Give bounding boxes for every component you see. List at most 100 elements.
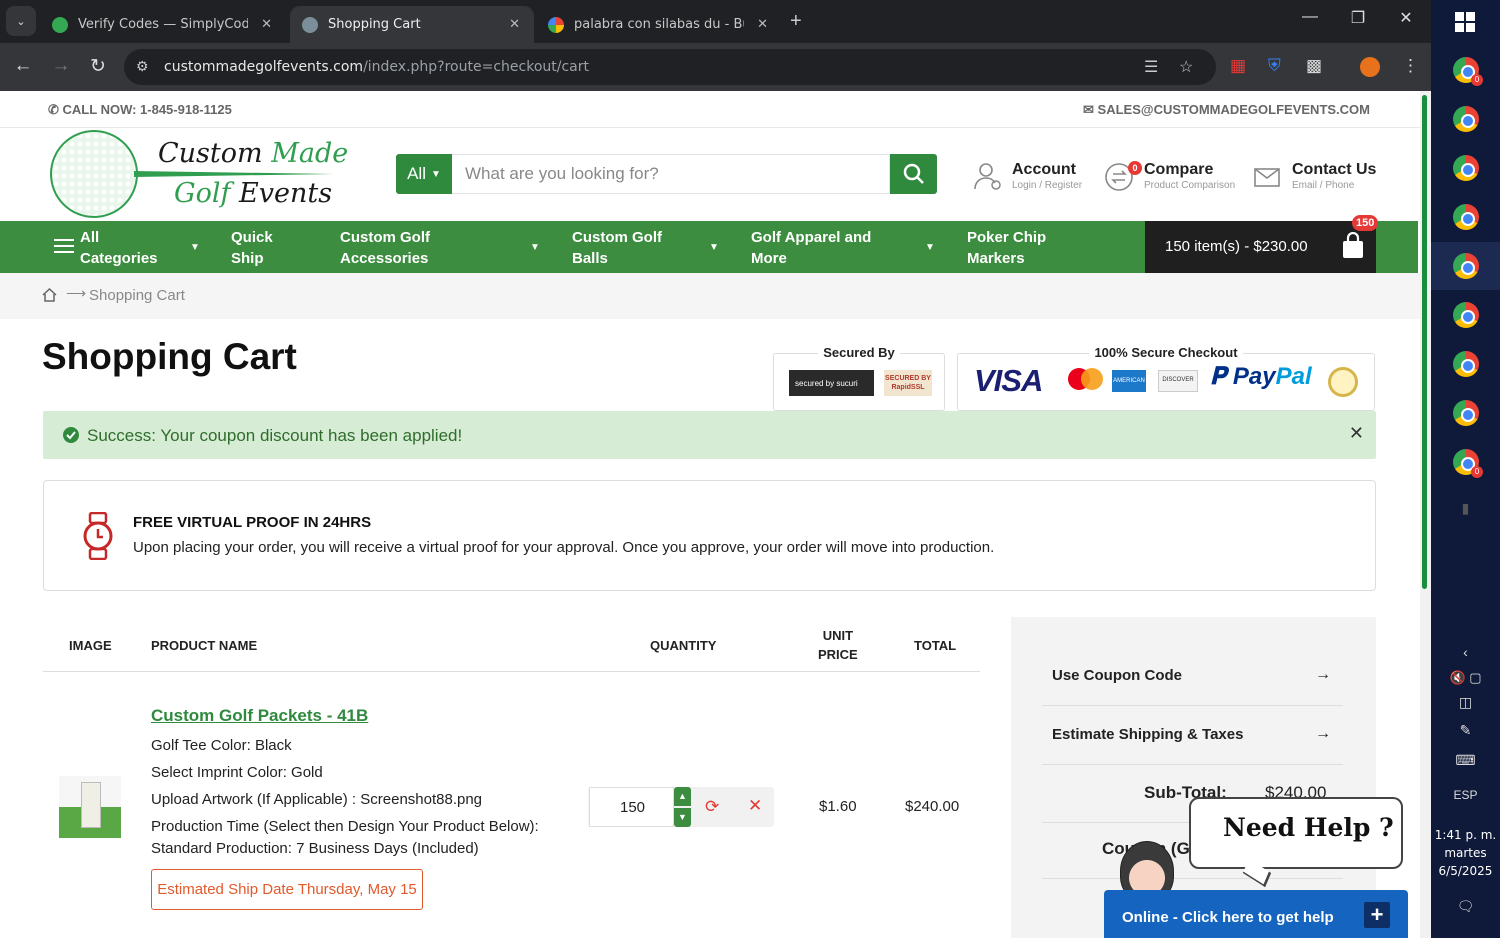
header-quantity: QUANTITY: [650, 638, 717, 653]
chrome-taskbar-icon[interactable]: [1453, 204, 1479, 230]
chrome-taskbar-icon[interactable]: 0: [1453, 449, 1483, 478]
browser-tab-bar: ⌄ Verify Codes — SimplyCodes ✕ Shopping …: [0, 0, 1431, 43]
simplycodes-favicon-icon: [52, 16, 68, 33]
site-logo[interactable]: Custom Made Golf Events: [50, 130, 348, 222]
pen-icon[interactable]: ✎: [1431, 722, 1500, 739]
tab-search-button[interactable]: ⌄: [6, 6, 36, 36]
tab-shopping-cart[interactable]: Shopping Cart ✕: [290, 6, 534, 43]
contact-link[interactable]: Contact Us Email / Phone: [1252, 159, 1382, 195]
close-tab-icon[interactable]: ✕: [509, 17, 520, 32]
nav-label-line2: Balls: [572, 250, 608, 267]
chrome-taskbar-icon[interactable]: [1453, 351, 1479, 377]
site-settings-icon[interactable]: ⚙: [136, 58, 149, 75]
logo-text-line1: Custom Made: [158, 138, 348, 169]
restore-icon[interactable]: ❐: [1338, 8, 1378, 28]
update-quantity-icon[interactable]: ⟳: [705, 797, 719, 817]
chrome-taskbar-icon[interactable]: [1453, 253, 1479, 279]
nav-label-line2: More: [751, 250, 787, 267]
rapidssl-badge: SECURED BY RapidSSL: [884, 370, 932, 396]
need-help-bubble[interactable]: Need Help ?: [1189, 797, 1403, 869]
quantity-input[interactable]: [589, 787, 674, 827]
notifications-icon[interactable]: 🗨: [1431, 898, 1500, 915]
quantity-increase-icon[interactable]: ▲: [674, 787, 691, 806]
new-tab-button[interactable]: +: [790, 10, 802, 33]
close-tab-icon[interactable]: ✕: [261, 17, 272, 32]
account-link[interactable]: Account Login / Register: [972, 159, 1092, 195]
page-scrollbar[interactable]: [1420, 91, 1431, 938]
omnibox[interactable]: ⚙ custommadegolfevents.com/index.php?rou…: [124, 49, 1216, 85]
audio-extension-icon[interactable]: ▦: [1230, 56, 1246, 76]
breadcrumb-current[interactable]: Shopping Cart: [89, 287, 185, 304]
minimize-icon[interactable]: —: [1290, 8, 1330, 26]
header-unit-line1: UNIT: [822, 628, 854, 643]
header-cart-button[interactable]: 150 item(s) - $230.00 150: [1145, 215, 1379, 273]
cart-summary-text: 150 item(s) - $230.00: [1165, 238, 1308, 255]
chrome-taskbar-icon[interactable]: [1453, 106, 1479, 132]
extensions-puzzle-icon[interactable]: ▩: [1306, 56, 1322, 76]
close-alert-icon[interactable]: ✕: [1349, 423, 1364, 444]
quantity-control: ▲ ▼ ⟳ ✕: [588, 787, 774, 827]
phone-link[interactable]: ✆ CALL NOW: 1-845-918-1125: [48, 102, 232, 118]
nav-all-categories[interactable]: All Categories ▼: [80, 227, 200, 269]
discover-logo: DISCOVER: [1158, 370, 1198, 392]
search-category-dropdown[interactable]: All ▼: [396, 154, 452, 194]
scrollbar-thumb[interactable]: [1422, 95, 1427, 589]
bookmark-star-icon[interactable]: ☆: [1179, 57, 1193, 77]
chrome-taskbar-icon[interactable]: 0: [1453, 57, 1483, 86]
nav-custom-golf-balls[interactable]: Custom Golf Balls ▼: [572, 227, 720, 269]
reload-icon[interactable]: ↻: [85, 55, 111, 78]
home-icon[interactable]: [42, 288, 57, 302]
remove-item-icon[interactable]: ✕: [748, 796, 762, 816]
device-icon[interactable]: ◫: [1431, 694, 1500, 711]
url-text[interactable]: custommadegolfevents.com/index.php?route…: [164, 59, 589, 75]
live-chat-bar[interactable]: Online - Click here to get help +: [1104, 890, 1408, 938]
golf-ball-logo-icon: [50, 130, 138, 218]
estimated-ship-date: Estimated Ship Date Thursday, May 15: [151, 869, 423, 910]
product-image[interactable]: [59, 776, 121, 838]
profile-avatar-icon[interactable]: [1360, 57, 1380, 77]
more-menu-icon[interactable]: ⋮: [1402, 56, 1419, 76]
app-placeholder-icon[interactable]: ▮: [1431, 500, 1500, 517]
expand-chat-icon[interactable]: +: [1364, 902, 1390, 928]
app-badge: 0: [1471, 74, 1483, 86]
search-icon: [903, 163, 924, 184]
coupon-accordion[interactable]: Use Coupon Code →: [1042, 648, 1343, 706]
close-window-icon[interactable]: ✕: [1386, 8, 1426, 28]
nav-label-line1: Poker Chip: [967, 229, 1047, 246]
close-tab-icon[interactable]: ✕: [757, 17, 768, 32]
quantity-decrease-icon[interactable]: ▼: [674, 808, 691, 827]
shield-extension-icon[interactable]: ⛨: [1268, 56, 1281, 76]
line-total: $240.00: [905, 798, 960, 815]
email-link[interactable]: ✉ SALES@CUSTOMMADEGOLFEVENTS.COM: [1083, 102, 1370, 118]
caret-down-icon: ▼: [431, 168, 441, 180]
nav-quick-ship[interactable]: Quick Ship: [231, 227, 273, 269]
compare-link[interactable]: 0 Compare Product Comparison: [1104, 159, 1244, 195]
chevron-left-icon[interactable]: ‹: [1431, 644, 1500, 660]
keyboard-icon[interactable]: ⌨: [1431, 752, 1500, 769]
nav-golf-apparel[interactable]: Golf Apparel and More ▼: [751, 227, 937, 269]
search-button[interactable]: [890, 154, 937, 194]
back-arrow-icon[interactable]: ←: [10, 55, 36, 77]
forward-arrow-icon[interactable]: →: [48, 55, 74, 77]
chrome-taskbar-icon[interactable]: [1453, 302, 1479, 328]
language-indicator[interactable]: ESP: [1431, 788, 1500, 802]
shipping-accordion[interactable]: Estimate Shipping & Taxes →: [1042, 707, 1343, 765]
tab-google-search[interactable]: palabra con silabas du - Buscar ✕: [536, 6, 782, 43]
volume-network-icon[interactable]: 🔇 ▢: [1431, 670, 1500, 686]
search-input[interactable]: [452, 154, 890, 194]
secure-checkout-box: 100% Secure Checkout VISA AMERICAN EXPRE…: [957, 345, 1375, 411]
nav-poker-chip-markers[interactable]: Poker Chip Markers: [967, 227, 1046, 269]
nav-custom-golf-accessories[interactable]: Custom Golf Accessories ▼: [340, 227, 540, 269]
nav-label-line2: Ship: [231, 250, 264, 267]
chrome-taskbar-icon[interactable]: [1453, 155, 1479, 181]
arrow-right-icon: →: [1315, 666, 1331, 683]
taskbar-clock[interactable]: 1:41 p. m. martes 6/5/2025: [1431, 826, 1500, 880]
product-name-link[interactable]: Custom Golf Packets - 41B: [151, 706, 368, 726]
tab-title: Verify Codes — SimplyCodes: [78, 17, 248, 32]
chrome-taskbar-icon[interactable]: [1453, 400, 1479, 426]
virtual-proof-banner: FREE VIRTUAL PROOF IN 24HRS Upon placing…: [43, 480, 1376, 591]
tab-simplycodes[interactable]: Verify Codes — SimplyCodes ✕: [40, 6, 286, 43]
envelope-icon: [1254, 168, 1280, 187]
windows-start-icon[interactable]: [1455, 12, 1475, 32]
translate-icon[interactable]: ☰: [1144, 57, 1158, 77]
